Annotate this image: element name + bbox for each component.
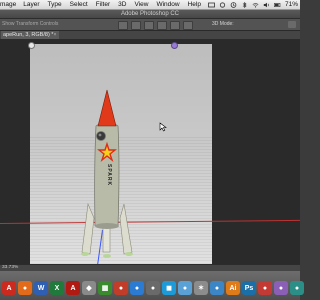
app-icon-15[interactable]: Ai — [226, 281, 240, 295]
app-title: Adobe Photoshop CC — [0, 10, 300, 19]
orbit-cursor-icon — [159, 122, 167, 132]
menu-view[interactable]: View — [130, 0, 152, 9]
app-icon-10[interactable]: ● — [146, 281, 160, 295]
menu-3d[interactable]: 3D — [114, 0, 130, 9]
status-tray: 71% — [208, 1, 300, 8]
dock: A ● W X A ◆ ▦ ● ● ● ◼ ● ✶ ● Ai Ps ● ● ● — [0, 271, 304, 300]
firefox-icon[interactable]: ● — [18, 281, 32, 295]
sync-icon[interactable] — [219, 1, 226, 8]
canvas-area[interactable]: SPARK — [0, 40, 300, 264]
options-bar: Show Transform Controls 3D Mode: — [0, 19, 300, 31]
transform-controls-label[interactable]: Show Transform Controls — [2, 21, 58, 27]
app-icon-8[interactable]: ● — [114, 281, 128, 295]
battery-percent: 71% — [284, 1, 298, 8]
battery-icon[interactable] — [274, 2, 281, 8]
menu-window[interactable]: Window — [152, 0, 183, 9]
dock-icons: A ● W X A ◆ ▦ ● ● ● ◼ ● ✶ ● Ai Ps ● ● ● — [2, 281, 304, 295]
status-bar: 33.73% — [0, 264, 300, 271]
app-icon-19[interactable]: ● — [290, 281, 304, 295]
volume-icon[interactable] — [263, 2, 270, 8]
camera-widget-icon[interactable] — [28, 42, 35, 49]
network-icon[interactable] — [208, 2, 215, 8]
document-tab-bar: apeRun, 3, RGB/8) * × — [0, 31, 300, 40]
app-icon-17[interactable]: ● — [258, 281, 272, 295]
word-icon[interactable]: W — [34, 281, 48, 295]
align-middle-button[interactable] — [170, 21, 180, 30]
app-icon-13[interactable]: ✶ — [194, 281, 208, 295]
app-icon-18[interactable]: ● — [274, 281, 288, 295]
light-widget-icon[interactable] — [171, 42, 178, 49]
document-tab[interactable]: apeRun, 3, RGB/8) * — [1, 31, 60, 39]
menu-layer[interactable]: Layer — [20, 0, 43, 9]
acrobat-icon[interactable]: A — [2, 281, 16, 295]
menu-image[interactable]: mage — [0, 0, 20, 9]
acrobat-pro-icon[interactable]: A — [66, 281, 80, 295]
align-buttons — [118, 21, 193, 30]
menu-type[interactable]: Type — [44, 0, 66, 9]
close-icon[interactable]: × — [52, 32, 58, 38]
app-icon-9[interactable]: ● — [130, 281, 144, 295]
align-right-button[interactable] — [144, 21, 154, 30]
align-top-button[interactable] — [157, 21, 167, 30]
excel-icon[interactable]: X — [50, 281, 64, 295]
time-machine-icon[interactable] — [230, 1, 237, 8]
menu-help[interactable]: Help — [184, 0, 205, 9]
photoshop-icon[interactable]: Ps — [242, 281, 256, 295]
app-icon-14[interactable]: ● — [210, 281, 224, 295]
align-bottom-button[interactable] — [183, 21, 193, 30]
3d-mode-label: 3D Mode: — [212, 21, 234, 27]
workspace-button[interactable] — [288, 21, 296, 28]
rocket-label: SPARK — [106, 164, 112, 187]
menu-select[interactable]: Select — [66, 0, 92, 9]
app-icon-11[interactable]: ◼ — [162, 281, 176, 295]
menu-bar: mage Layer Type Select Filter 3D View Wi… — [0, 0, 300, 10]
app-icon-6[interactable]: ◆ — [82, 281, 96, 295]
menu-filter[interactable]: Filter — [92, 0, 114, 9]
spreadsheet-icon[interactable]: ▦ — [98, 281, 112, 295]
bluetooth-icon[interactable] — [241, 1, 248, 8]
wifi-icon[interactable] — [252, 2, 259, 8]
align-center-button[interactable] — [131, 21, 141, 30]
app-icon-12[interactable]: ● — [178, 281, 192, 295]
align-left-button[interactable] — [118, 21, 128, 30]
